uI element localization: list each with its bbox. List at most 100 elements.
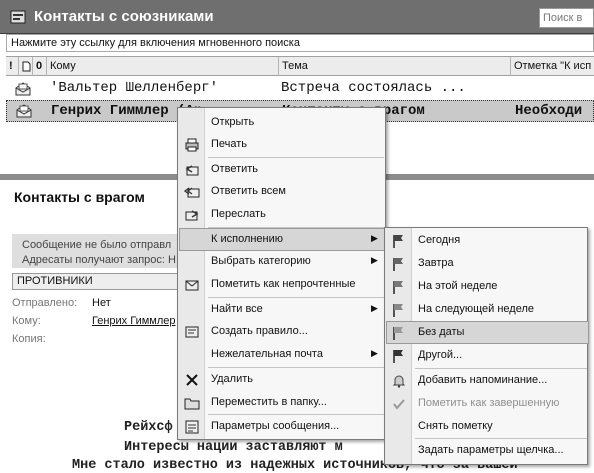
bell-icon: [392, 375, 406, 388]
menu-item-open[interactable]: Открыть: [179, 112, 384, 133]
menu-item-label: Задать параметры щелчка...: [418, 444, 564, 456]
menu-item-reply[interactable]: Ответить: [179, 159, 384, 180]
menu-item-label: Найти все: [211, 303, 263, 315]
sent-value: Нет: [92, 297, 111, 309]
menu-item-label: Другой...: [418, 349, 463, 361]
importance-column-header[interactable]: !: [6, 57, 18, 76]
menu-item-label: На этой неделе: [418, 280, 498, 292]
flag-icon: [393, 235, 403, 248]
flag-next-week[interactable]: На следующей неделе: [386, 299, 586, 320]
subject-column-header[interactable]: Тема: [278, 57, 510, 76]
instant-search-link[interactable]: Нажмите эту ссылку для включения мгновен…: [6, 34, 594, 52]
message-recipient: 'Вальтер Шелленберг': [50, 80, 219, 96]
menu-item-label: Переместить в папку...: [211, 396, 327, 408]
set-quick-click[interactable]: Задать параметры щелчка...: [386, 440, 586, 461]
info-bar-line: Адресаты получают запрос: Н: [22, 254, 176, 266]
column-header-row: ! 0 Кому Тема Отметка "К исп: [6, 56, 594, 76]
flag-status-column-header[interactable]: Отметка "К исп: [510, 57, 594, 76]
menu-item-categorize[interactable]: Выбрать категорию ▶: [179, 251, 384, 272]
menu-item-mark-unread[interactable]: Пометить как непрочтенные: [179, 274, 384, 295]
to-recipient-link[interactable]: Генрих Гиммлер: [92, 315, 176, 327]
forward-icon: [185, 210, 199, 221]
mark-complete[interactable]: Пометить как завершенную: [386, 393, 586, 414]
submenu-arrow-icon: ▶: [371, 255, 378, 265]
message-body-line: Интересы нации заставляют м: [124, 440, 343, 455]
menu-item-find-all[interactable]: Найти все ▶: [179, 299, 384, 320]
menu-item-label: Завтра: [418, 257, 454, 269]
reply-icon: [185, 165, 199, 176]
menu-separator: [415, 368, 587, 369]
add-reminder[interactable]: Добавить напоминание...: [386, 370, 586, 391]
flag-today[interactable]: Сегодня: [386, 230, 586, 251]
to-label: Кому:: [12, 315, 41, 327]
menu-separator: [415, 438, 587, 439]
context-menu: Открыть Печать Ответить Ответить всем Пе…: [177, 107, 387, 440]
folder-title-bar: Контакты с союзниками Поиск в: [0, 0, 594, 34]
submenu-arrow-icon: ▶: [371, 233, 378, 243]
document-icon: [22, 61, 31, 72]
menu-item-label: Печать: [211, 138, 248, 150]
menu-item-reply-all[interactable]: Ответить всем: [179, 181, 384, 202]
checkmark-icon: [393, 399, 405, 410]
menu-item-follow-up[interactable]: К исполнению ▶: [179, 228, 387, 251]
menu-item-create-rule[interactable]: Создать правило...: [179, 321, 384, 342]
menu-item-label: Добавить напоминание...: [418, 374, 548, 386]
message-subject: Встреча состоялась ...: [281, 80, 466, 96]
submenu-arrow-icon: ▶: [371, 348, 378, 358]
menu-separator: [208, 367, 384, 368]
search-input[interactable]: Поиск в: [539, 8, 594, 28]
menu-item-label: Переслать: [211, 208, 266, 220]
menu-item-forward[interactable]: Переслать: [179, 204, 384, 225]
menu-item-junk-mail[interactable]: Нежелательная почта ▶: [179, 344, 384, 365]
flag-icon: [393, 304, 403, 317]
menu-item-label: Пометить как непрочтенные: [211, 278, 356, 290]
message-flag-status: Необходи: [515, 103, 583, 119]
submenu-arrow-icon: ▶: [371, 303, 378, 313]
menu-item-label: Открыть: [211, 116, 255, 128]
flag-custom[interactable]: Другой...: [386, 345, 586, 366]
cc-label: Копия:: [12, 333, 46, 345]
menu-item-label: Снять пометку: [418, 420, 493, 432]
menu-item-label: Ответить: [211, 163, 259, 175]
flag-no-date[interactable]: Без даты: [386, 321, 589, 344]
menu-separator: [208, 414, 384, 415]
menu-item-move-to-folder[interactable]: Переместить в папку...: [179, 392, 384, 413]
menu-item-label: Выбрать категорию: [211, 255, 311, 267]
follow-up-submenu: Сегодня Завтра На этой неделе На следующ…: [384, 227, 589, 465]
menu-item-label: Создать правило...: [211, 325, 308, 337]
flag-tomorrow[interactable]: Завтра: [386, 253, 586, 274]
info-bar-line: Сообщение не было отправл: [22, 239, 172, 251]
menu-item-message-options[interactable]: Параметры сообщения...: [179, 416, 384, 437]
draft-envelope-icon: [16, 104, 32, 118]
contacts-folder-icon: [10, 10, 26, 24]
category-badge: ПРОТИВНИКИ: [12, 273, 182, 290]
flag-icon: [393, 281, 403, 294]
info-bar[interactable]: Сообщение не было отправл Адресаты получ…: [12, 234, 182, 268]
menu-item-label: Пометить как завершенную: [418, 397, 560, 409]
menu-item-label: Нежелательная почта: [211, 348, 323, 360]
options-icon: [185, 420, 199, 434]
menu-item-print[interactable]: Печать: [179, 134, 384, 155]
move-folder-icon: [184, 398, 200, 410]
flag-this-week[interactable]: На этой неделе: [386, 276, 586, 297]
menu-item-label: Ответить всем: [211, 185, 286, 197]
menu-separator: [208, 157, 384, 158]
reading-pane-subject: Контакты с врагом: [14, 189, 145, 205]
reply-all-icon: [184, 187, 200, 198]
flag-icon: [393, 350, 403, 363]
flag-icon: [393, 327, 403, 340]
draft-envelope-icon: [15, 82, 31, 96]
to-column-header[interactable]: Кому: [46, 57, 278, 76]
menu-item-label: На следующей неделе: [418, 303, 534, 315]
menu-item-label: Удалить: [211, 373, 253, 385]
menu-item-label: Без даты: [418, 326, 465, 338]
menu-item-label: Сегодня: [418, 234, 461, 246]
rule-icon: [185, 326, 199, 338]
item-type-column-header[interactable]: [18, 57, 32, 76]
mark-unread-icon: [185, 280, 199, 291]
message-row[interactable]: 'Вальтер Шелленберг' Встреча состоялась …: [6, 78, 594, 100]
clear-flag[interactable]: Снять пометку: [386, 416, 586, 437]
menu-item-delete[interactable]: Удалить: [179, 369, 384, 390]
delete-icon: [186, 374, 198, 386]
attachment-column-header[interactable]: 0: [32, 57, 46, 76]
